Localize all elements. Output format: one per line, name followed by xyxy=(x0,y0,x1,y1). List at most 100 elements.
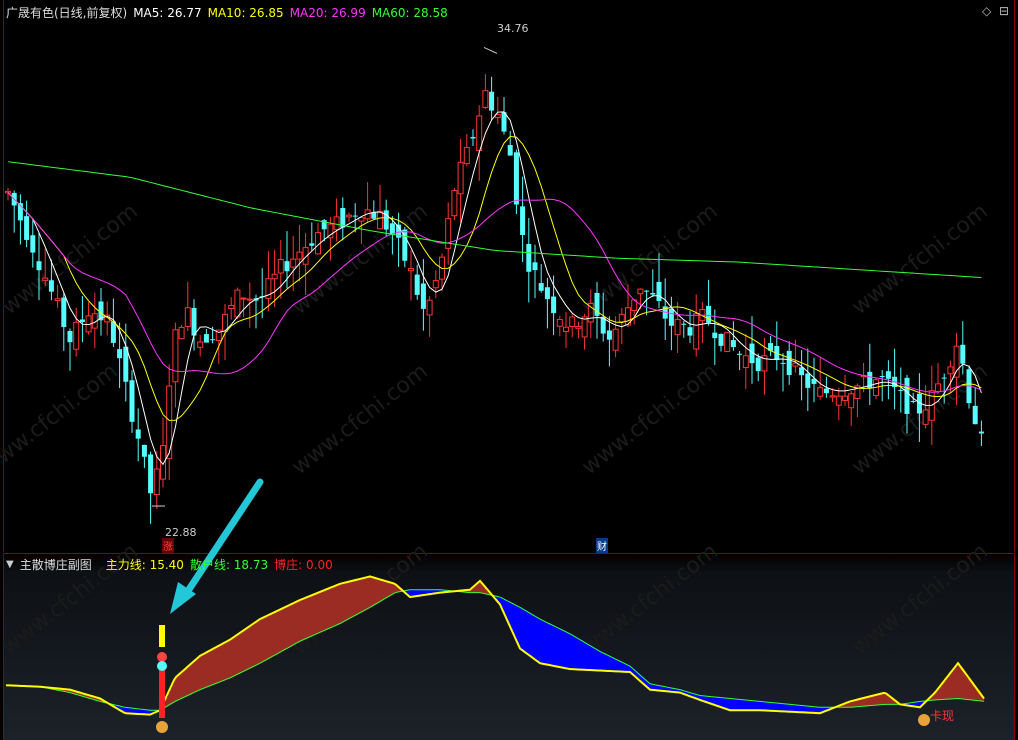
candle-body[interactable] xyxy=(489,91,495,111)
candle-body[interactable] xyxy=(110,321,116,343)
candle-body[interactable] xyxy=(712,332,718,339)
candle-body[interactable] xyxy=(606,330,612,340)
candle-body[interactable] xyxy=(148,454,154,494)
candle-body[interactable] xyxy=(848,393,855,409)
candle-body[interactable] xyxy=(117,349,123,359)
candle-body[interactable] xyxy=(24,216,30,240)
candle-body[interactable] xyxy=(520,206,526,235)
sub-title[interactable]: 主散博庄副图 xyxy=(20,556,92,573)
candle-body[interactable] xyxy=(135,429,141,439)
candle-body[interactable] xyxy=(656,281,662,302)
candle-body[interactable] xyxy=(742,355,749,369)
window-toggle-icon[interactable]: ⊟ xyxy=(999,4,1009,18)
candle-body[interactable] xyxy=(799,367,805,376)
candle-body[interactable] xyxy=(786,350,792,375)
chart-window[interactable]: www.cfchi.com www.cfchi.com www.cfchi.com w… xyxy=(0,0,1018,740)
candle-body[interactable] xyxy=(544,287,550,300)
candle-body[interactable] xyxy=(30,235,36,253)
candle-body[interactable] xyxy=(706,305,712,323)
candle-body[interactable] xyxy=(935,383,941,392)
candle-body[interactable] xyxy=(637,288,644,295)
candle-body[interactable] xyxy=(513,152,519,205)
candle-body[interactable] xyxy=(178,326,185,340)
candle-body[interactable] xyxy=(724,332,731,352)
candle-body[interactable] xyxy=(569,316,576,327)
candle-body[interactable] xyxy=(922,409,929,425)
candle-body[interactable] xyxy=(61,297,67,327)
candle-body[interactable] xyxy=(271,273,278,280)
candle-body[interactable] xyxy=(805,373,811,388)
candle-body[interactable] xyxy=(575,325,582,329)
candle-body[interactable] xyxy=(383,210,389,230)
stock-title[interactable]: 广晟有色(日线,前复权) xyxy=(6,4,127,21)
candle-body[interactable] xyxy=(526,243,532,272)
candle-body[interactable] xyxy=(296,251,303,260)
candle-body[interactable] xyxy=(650,292,656,295)
candle-body[interactable] xyxy=(141,444,147,457)
candle-body[interactable] xyxy=(277,259,284,274)
candle-body[interactable] xyxy=(420,283,426,309)
candle-body[interactable] xyxy=(532,262,538,271)
candle-body[interactable] xyxy=(54,298,61,302)
candle-body[interactable] xyxy=(470,136,476,139)
candle-body[interactable] xyxy=(197,341,204,348)
candle-body[interactable] xyxy=(978,431,984,434)
candle-body[interactable] xyxy=(612,328,619,351)
candle-body[interactable] xyxy=(780,362,786,364)
candle-body[interactable] xyxy=(693,313,700,350)
candle-body[interactable] xyxy=(445,218,452,249)
candle-body[interactable] xyxy=(79,319,85,323)
candle-body[interactable] xyxy=(457,161,464,195)
candle-body[interactable] xyxy=(129,380,135,422)
candle-body[interactable] xyxy=(284,261,290,272)
candle-body[interactable] xyxy=(644,290,650,292)
candle-body[interactable] xyxy=(352,215,358,217)
candle-body[interactable] xyxy=(730,340,736,348)
candle-body[interactable] xyxy=(67,330,73,343)
candle-body[interactable] xyxy=(184,307,191,327)
candle-body[interactable] xyxy=(687,327,693,336)
candle-body[interactable] xyxy=(234,289,241,318)
candle-body[interactable] xyxy=(947,366,954,375)
candle-body[interactable] xyxy=(432,280,439,289)
diamond-icon[interactable]: ◇ xyxy=(982,4,991,18)
candle-body[interactable] xyxy=(823,388,829,394)
candle-body[interactable] xyxy=(340,207,346,228)
candle-body[interactable] xyxy=(507,145,513,156)
candle-body[interactable] xyxy=(73,321,80,350)
collapse-icon[interactable]: ▼ xyxy=(6,559,14,570)
candle-body[interactable] xyxy=(910,401,916,403)
candle-body[interactable] xyxy=(451,189,458,217)
candle-body[interactable] xyxy=(960,344,966,364)
candle-body[interactable] xyxy=(556,318,563,327)
candle-body[interactable] xyxy=(153,468,160,495)
candle-body[interactable] xyxy=(36,261,42,271)
candle-body[interactable] xyxy=(346,214,352,218)
candle-body[interactable] xyxy=(885,371,891,379)
zhang-badge[interactable]: 涨 xyxy=(162,538,174,553)
candle-body[interactable] xyxy=(333,216,340,230)
candle-body[interactable] xyxy=(817,387,824,397)
candle-body[interactable] xyxy=(463,146,470,165)
candle-body[interactable] xyxy=(755,357,761,372)
candle-body[interactable] xyxy=(172,329,179,383)
candle-body[interactable] xyxy=(48,280,54,292)
candle-body[interactable] xyxy=(898,389,904,391)
candle-body[interactable] xyxy=(228,305,235,310)
candle-body[interactable] xyxy=(210,339,216,341)
candle-body[interactable] xyxy=(246,298,253,301)
candle-body[interactable] xyxy=(618,313,625,323)
candle-body[interactable] xyxy=(538,283,544,291)
candle-body[interactable] xyxy=(972,405,978,425)
candle-body[interactable] xyxy=(414,274,420,295)
candle-body[interactable] xyxy=(879,376,885,378)
candle-body[interactable] xyxy=(842,395,848,401)
candle-body[interactable] xyxy=(829,395,836,398)
cai-badge[interactable]: 财 xyxy=(596,538,608,553)
candle-body[interactable] xyxy=(482,90,489,108)
candle-body[interactable] xyxy=(377,210,383,230)
candle-body[interactable] xyxy=(563,326,569,332)
candle-body[interactable] xyxy=(240,297,247,300)
candle-body[interactable] xyxy=(408,268,414,272)
candle-body[interactable] xyxy=(42,277,49,281)
